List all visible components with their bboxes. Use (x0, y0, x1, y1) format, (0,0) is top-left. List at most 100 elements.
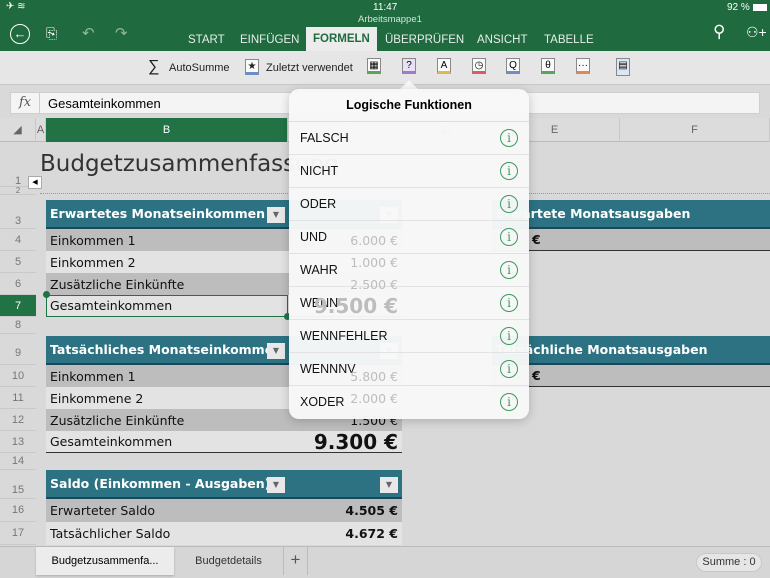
cell-label: Einkommen 1 (50, 368, 136, 384)
math-functions-icon[interactable]: θ (541, 58, 555, 74)
document-title: Arbeitsmappe1 (358, 14, 422, 25)
row-header[interactable]: 12 (0, 409, 36, 431)
function-label: UND (300, 230, 328, 244)
selected-cell[interactable] (46, 295, 288, 317)
row-header[interactable]: 3 (0, 207, 36, 229)
sheet-tab-budgetzusammenfassung[interactable]: Budgetzusammenfa... (36, 547, 174, 575)
info-icon[interactable]: i (500, 228, 518, 246)
sum-icon: ∑ (148, 58, 160, 75)
cell-value: 4.672 € (345, 526, 398, 541)
calculator-icon[interactable]: ▤ (616, 58, 630, 76)
row-header[interactable]: 5 (0, 251, 36, 273)
row-header-selected[interactable]: 7 (0, 295, 36, 317)
cell-value: € (532, 368, 541, 383)
function-item-wennnv[interactable]: WENNNV i (289, 353, 529, 386)
column-header-f[interactable]: F (620, 118, 770, 142)
tab-einfuegen[interactable]: EINFÜGEN (233, 32, 306, 51)
cell-label: Zusätzliche Einkünfte (50, 412, 185, 428)
filter-dropdown-icon[interactable]: ▼ (380, 477, 398, 493)
back-icon[interactable]: ← (10, 24, 30, 44)
function-item-nicht[interactable]: NICHT i (289, 155, 529, 188)
row-header[interactable]: 10 (0, 365, 36, 387)
table-row-total[interactable]: Gesamteinkommen 9.300 € (46, 430, 402, 454)
tab-ansicht[interactable]: ANSICHT (470, 32, 534, 51)
info-icon[interactable]: i (500, 393, 518, 411)
table-row[interactable]: Erwarteter Saldo 4.505 € (46, 499, 402, 522)
cell-value: 2.500 € (350, 276, 398, 292)
selection-handle[interactable] (43, 291, 50, 298)
info-icon[interactable]: i (500, 261, 518, 279)
cell-label: Erwarteter Saldo (50, 503, 156, 518)
row-header[interactable]: 17 (0, 522, 36, 545)
table-row[interactable]: € (492, 365, 770, 387)
info-icon[interactable]: i (500, 195, 518, 213)
function-label: FALSCH (300, 131, 349, 145)
text-functions-icon[interactable]: A (437, 58, 451, 74)
row-header[interactable]: 14 (0, 453, 36, 470)
info-icon[interactable]: i (500, 294, 518, 312)
filter-dropdown-icon[interactable]: ▼ (267, 477, 285, 493)
function-label: WENNNV (300, 362, 356, 376)
airplane-wifi-icon: ✈ ≋ (6, 1, 26, 12)
row-header[interactable]: 16 (0, 499, 36, 522)
cell-value: 2.000 € (350, 390, 398, 406)
financial-functions-icon[interactable]: ▦ (367, 58, 381, 74)
share-user-icon[interactable]: ⚇+ (746, 24, 767, 41)
function-item-xoder[interactable]: XODER i (289, 386, 529, 419)
tab-ueberpruefen[interactable]: ÜBERPRÜFEN (378, 32, 471, 51)
function-item-falsch[interactable]: FALSCH i (289, 122, 529, 155)
select-all-corner[interactable]: ◢ (0, 118, 36, 142)
add-sheet-button[interactable]: + (284, 547, 308, 575)
battery-icon (753, 4, 767, 11)
tab-formeln[interactable]: FORMELN (306, 27, 377, 51)
filter-dropdown-icon[interactable]: ▼ (267, 343, 285, 359)
row-header[interactable]: 4 (0, 229, 36, 251)
redo-icon[interactable]: ↷ (115, 24, 128, 42)
function-item-oder[interactable]: ODER i (289, 188, 529, 221)
battery-level: 92 % (727, 2, 750, 13)
cell-value: 5.800 € (350, 368, 398, 384)
sum-status[interactable]: Summe : 0 (696, 553, 762, 572)
collapse-toggle[interactable]: ◀ (28, 176, 42, 189)
table-header-label: Erwartetes Monatseinkommen (50, 206, 265, 221)
sheet-tab-budgetdetails[interactable]: Budgetdetails (174, 547, 284, 575)
info-icon[interactable]: i (500, 162, 518, 180)
formula-input[interactable]: Gesamteinkommen (48, 96, 161, 111)
function-item-wennfehler[interactable]: WENNFEHLER i (289, 320, 529, 353)
sheet-tab-bar: Budgetzusammenfa... Budgetdetails + Summ… (0, 546, 770, 578)
filter-dropdown-icon[interactable]: ▼ (267, 207, 285, 223)
info-icon[interactable]: i (500, 129, 518, 147)
row-header[interactable]: 15 (0, 470, 36, 499)
tab-start[interactable]: START (181, 32, 232, 51)
row-header[interactable]: 6 (0, 273, 36, 295)
function-item-wahr[interactable]: WAHR i (289, 254, 529, 287)
logical-functions-icon[interactable]: ? (402, 58, 416, 74)
function-label: ODER (300, 197, 337, 211)
function-item-und[interactable]: UND i (289, 221, 529, 254)
date-time-functions-icon[interactable]: ◷ (472, 58, 486, 74)
column-header-b[interactable]: B (46, 118, 288, 142)
function-label: WENNFEHLER (300, 329, 388, 343)
undo-icon[interactable]: ↶ (82, 24, 95, 42)
row-header[interactable]: 8 (0, 317, 36, 334)
cell-value: 9.500 € (313, 293, 398, 318)
info-icon[interactable]: i (500, 360, 518, 378)
table-row[interactable]: Tatsächlicher Saldo 4.672 € (46, 522, 402, 545)
autosum-button[interactable]: AutoSumme (169, 62, 230, 74)
table-header-actual-expenses: Tatsächliche Monatsausgaben (492, 336, 770, 365)
recent-button[interactable]: Zuletzt verwendet (266, 62, 353, 74)
file-icon[interactable]: ⎘ (46, 25, 57, 42)
info-icon[interactable]: i (500, 327, 518, 345)
logical-functions-popover: Logische Funktionen FALSCH i NICHT i ODER i… (289, 89, 529, 419)
cell-value: 1.000 € (350, 254, 398, 270)
more-functions-icon[interactable]: ··· (576, 58, 590, 74)
row-header[interactable]: 13 (0, 431, 36, 453)
table-row[interactable]: € (492, 229, 770, 251)
tab-tabelle[interactable]: TABELLE (537, 32, 601, 51)
column-header-a[interactable]: A (36, 118, 46, 142)
star-icon: ★ (245, 59, 259, 75)
row-header[interactable]: 9 (0, 334, 36, 365)
row-header[interactable]: 11 (0, 387, 36, 409)
search-icon[interactable]: ⚲ (713, 22, 725, 42)
lookup-functions-icon[interactable]: Q (506, 58, 520, 74)
